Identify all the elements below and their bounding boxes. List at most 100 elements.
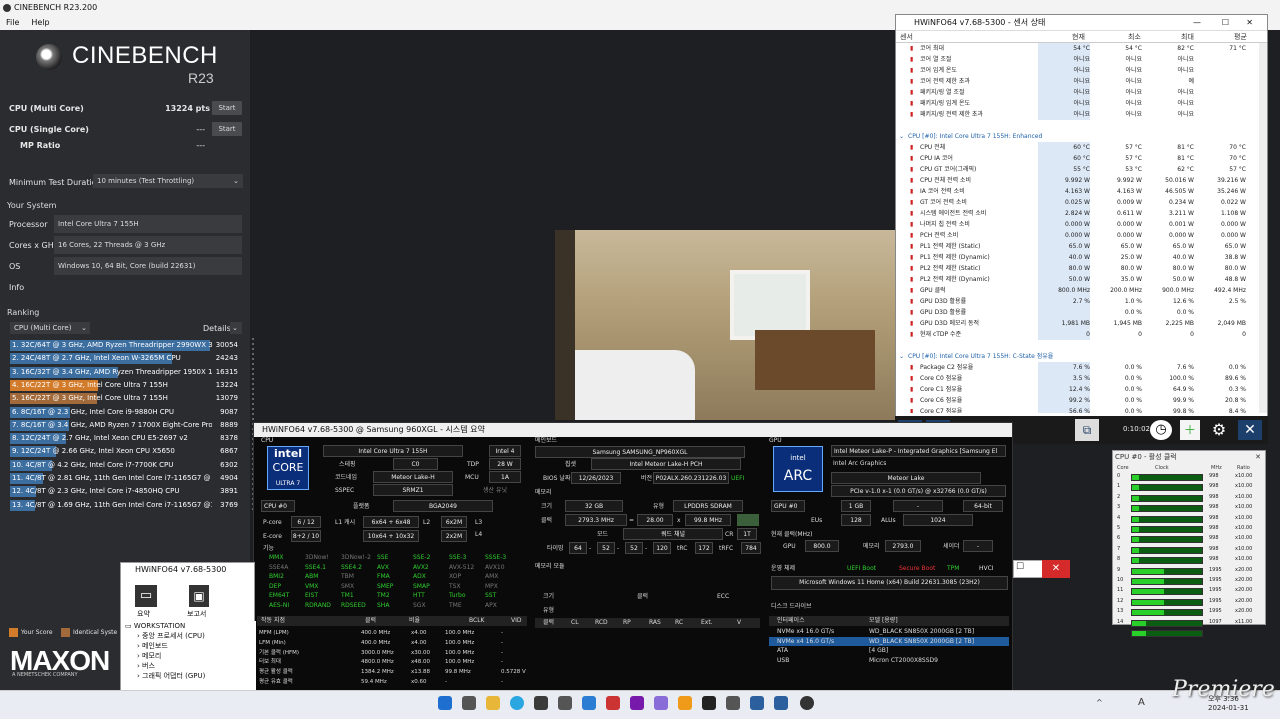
chevron-down-icon[interactable]: ⌄: [899, 351, 904, 362]
sensor-row[interactable]: ▮ Core C1 점유율 12.4 % 0.0 % 64.9 % 0.3 %: [896, 384, 1256, 395]
ranking-row[interactable]: 8. 12C/24T @ 2.7 GHz, Intel Xeon CPU E5-…: [10, 433, 240, 445]
edge-icon[interactable]: [510, 696, 524, 710]
sensor-row[interactable]: ▮ CPU IA 코어 60 °C 57 °C 81 °C 70 °C: [896, 153, 1256, 164]
multi-core-start-button[interactable]: Start: [212, 101, 242, 115]
maximize-icon[interactable]: ☐: [1016, 562, 1024, 572]
sensor-row[interactable]: ▮ PL2 전력 제한 (Static) 80.0 W 80.0 W 80.0 W 80.…: [896, 263, 1256, 274]
ranking-row[interactable]: 9. 12C/24T @ 2.66 GHz, Intel Xeon CPU X5…: [10, 446, 240, 458]
sensor-row[interactable]: [896, 120, 1256, 131]
hwmain-titlebar[interactable]: HWiNFO64 v7.68-5300: [121, 563, 254, 577]
sensor-row[interactable]: ▮ 패키지/링 임계 온도 아니요 아니요 아니요: [896, 98, 1256, 109]
sensor-row[interactable]: ▮ PL2 전력 제한 (Dynamic) 50.0 W 35.0 W 50.0 W 48…: [896, 274, 1256, 285]
close-icon[interactable]: ✕: [1238, 420, 1262, 440]
sensor-row[interactable]: ▮ PL1 전력 제한 (Dynamic) 40.0 W 25.0 W 40.0 W 38…: [896, 252, 1256, 263]
clock-icon[interactable]: ◷: [1150, 420, 1172, 440]
gear-icon[interactable]: ⚙: [1208, 420, 1230, 440]
ranking-row[interactable]: 12. 4C/8T @ 2.3 GHz, Intel Core i7-4850H…: [10, 486, 240, 498]
network-icon[interactable]: ⧉: [1075, 419, 1099, 441]
sensor-row[interactable]: ▮ Core C0 점유율 3.5 % 0.0 % 100.0 % 89.6 %: [896, 373, 1256, 384]
sensor-row[interactable]: ▮ CPU 전체 전력 소비 9.992 W 9.992 W 50.016 W 39.21…: [896, 175, 1256, 186]
app-icon[interactable]: [726, 696, 740, 710]
menu-help[interactable]: Help: [25, 18, 55, 27]
folder-icon[interactable]: [486, 696, 500, 710]
app-icon[interactable]: [654, 696, 668, 710]
ranking-select[interactable]: CPU (Multi Core) ⌄: [10, 322, 90, 334]
sensor-row[interactable]: ▮ IA 코어 전력 소비 4.163 W 4.163 W 46.505 W 35.246…: [896, 186, 1256, 197]
onenote-icon[interactable]: [630, 696, 644, 710]
ranking-row[interactable]: 11. 4C/8T @ 2.81 GHz, 11th Gen Intel Cor…: [10, 473, 240, 484]
ranking-row[interactable]: 7. 8C/16T @ 3.4 GHz, AMD Ryzen 7 1700X E…: [10, 419, 240, 431]
tree-item-bus[interactable]: › 버스: [121, 661, 256, 671]
sensor-row[interactable]: ▮ GPU 클럭 800.0 MHz 200.0 MHz 900.0 MHz 492.4 …: [896, 285, 1256, 296]
app-icon[interactable]: [606, 696, 620, 710]
sensor-row[interactable]: [896, 340, 1256, 351]
summary-titlebar[interactable]: HWiNFO64 v7.68-5300 @ Samsung 960XGL - 시…: [254, 423, 1012, 437]
sensor-row[interactable]: ▮ GPU D3D 메모리 동적 1,981 MB 1,945 MB 2,225 MB 2…: [896, 318, 1256, 329]
close-icon[interactable]: ✕: [1246, 15, 1253, 31]
summary-button[interactable]: 요약: [137, 609, 150, 619]
ranking-row[interactable]: 10. 4C/8T @ 4.2 GHz, Intel Core i7-7700K…: [10, 459, 240, 471]
tree-root[interactable]: ▭ WORKSTATION: [121, 621, 256, 631]
sensor-titlebar[interactable]: HWiNFO64 v7.68-5300 - 센서 상태 — ☐ ✕: [896, 15, 1267, 31]
app-icon[interactable]: [702, 696, 716, 710]
monitor-icon[interactable]: ▭: [135, 585, 157, 607]
clock-date[interactable]: 2024-01-31: [1208, 704, 1249, 712]
chevron-up-icon[interactable]: ^: [1096, 698, 1103, 707]
sensor-row[interactable]: ▮ GPU D3D 활용률 2.7 % 1.0 % 12.6 % 2.5 %: [896, 296, 1256, 307]
sensor-row[interactable]: ⌄ CPU [#0]: Intel Core Ultra 7 155H: Enha…: [896, 131, 1256, 142]
report-button[interactable]: 보고서: [187, 609, 206, 619]
ranking-row[interactable]: 4. 16C/22T @ 3 GHz, Intel Core Ultra 7 1…: [10, 379, 240, 391]
sensor-row[interactable]: ▮ 코어 열 조절 아니요 아니요 아니요: [896, 54, 1256, 65]
single-core-start-button[interactable]: Start: [212, 122, 242, 136]
sensor-row[interactable]: ▮ 코어 최대 54 °C 54 °C 82 °C 71 °C: [896, 43, 1256, 54]
tree-item-gpu[interactable]: › 그래픽 어댑터 (GPU): [121, 671, 256, 681]
cinebench-taskbar-icon[interactable]: [800, 696, 814, 710]
sensor-row[interactable]: ▮ CPU 전체 60 °C 57 °C 81 °C 70 °C: [896, 142, 1256, 153]
sensor-row[interactable]: ▮ GPU D3D 활용률 0.0 % 0.0 %: [896, 307, 1256, 318]
app-icon[interactable]: [582, 696, 596, 710]
save-icon[interactable]: ▣: [189, 585, 209, 607]
search-icon[interactable]: [462, 696, 476, 710]
sensor-row[interactable]: ▮ 현재 cTDP 수준 0 0 0 0: [896, 329, 1256, 340]
close-icon[interactable]: ✕: [1255, 451, 1261, 463]
sensor-row[interactable]: ▮ Package C2 점유율 7.6 % 0.0 % 7.6 % 0.0 %: [896, 362, 1256, 373]
sensor-row[interactable]: ▮ Core C7 점유율 56.6 % 0.0 % 99.8 % 8.4 %: [896, 406, 1256, 413]
start-icon[interactable]: [438, 696, 452, 710]
chevron-down-icon[interactable]: ⌄: [899, 131, 904, 142]
menu-file[interactable]: File: [0, 18, 25, 27]
maximize-icon[interactable]: ☐: [1222, 15, 1229, 31]
app-icon[interactable]: [558, 696, 572, 710]
min-duration-select[interactable]: 10 minutes (Test Throttling) ⌄: [93, 174, 243, 188]
details-toggle[interactable]: ⌄: [230, 322, 242, 334]
drive-row[interactable]: [769, 646, 1009, 655]
tree-item-cpu[interactable]: › 중앙 프로세서 (CPU): [121, 631, 256, 641]
sensor-row[interactable]: ▮ CPU GT 코어(그래픽) 55 °C 53 °C 62 °C 57 °C: [896, 164, 1256, 175]
ranking-row[interactable]: 6. 8C/16T @ 2.3 GHz, Intel Core i9-9880H…: [10, 406, 240, 418]
ranking-row[interactable]: 2. 24C/48T @ 2.7 GHz, Intel Xeon W-3265M…: [10, 353, 240, 365]
sensor-row[interactable]: ▮ 패키지/링 열 조절 아니요 아니요 아니요: [896, 87, 1256, 98]
close-icon[interactable]: ✕: [1042, 560, 1070, 578]
sensor-row[interactable]: ▮ 나머지 칩 전력 소비 0.000 W 0.000 W 0.001 W 0.000 W: [896, 219, 1256, 230]
ranking-row[interactable]: 5. 16C/22T @ 3 GHz, Intel Core Ultra 7 1…: [10, 393, 240, 405]
sensor-row[interactable]: ▮ PCH 전력 소비 0.000 W 0.000 W 0.000 W 0.000 W: [896, 230, 1256, 241]
sensor-row[interactable]: ▮ 코어 전력 제한 초과 아니요 아니요 예: [896, 76, 1256, 87]
tree-item-mainboard[interactable]: › 메인보드: [121, 641, 256, 651]
hwinfo-icon[interactable]: [774, 696, 788, 710]
sensor-row[interactable]: ▮ 시스템 에이전트 전력 소비 2.824 W 0.611 W 3.211 W 1.10…: [896, 208, 1256, 219]
add-report-icon[interactable]: ＋: [1180, 420, 1200, 440]
app-icon[interactable]: [678, 696, 692, 710]
tree-item-memory[interactable]: › 메모리: [121, 651, 256, 661]
sensor-scrollbar[interactable]: [1259, 43, 1267, 413]
ranking-row[interactable]: 1. 32C/64T @ 3 GHz, AMD Ryzen Threadripp…: [10, 340, 240, 351]
ranking-row[interactable]: 13. 4C/8T @ 1.69 GHz, 11th Gen Intel Cor…: [10, 499, 240, 511]
minimize-icon[interactable]: —: [1193, 15, 1201, 31]
ranking-row[interactable]: 3. 16C/32T @ 3.4 GHz, AMD Ryzen Threadri…: [10, 366, 240, 378]
activity-titlebar[interactable]: CPU #0 - 활성 클럭 ✕: [1113, 451, 1265, 463]
hwinfo-icon[interactable]: [750, 696, 764, 710]
sensor-row[interactable]: ▮ 코어 임계 온도 아니요 아니요 아니요: [896, 65, 1256, 76]
sensor-row[interactable]: ▮ Core C6 점유율 99.2 % 0.0 % 99.9 % 20.8 %: [896, 395, 1256, 406]
sensor-row[interactable]: ▮ PL1 전력 제한 (Static) 65.0 W 65.0 W 65.0 W 65.…: [896, 241, 1256, 252]
sensor-row[interactable]: ▮ 패키지/링 전력 제한 초과 아니요 아니요 아니요: [896, 109, 1256, 120]
ime-indicator[interactable]: A: [1138, 697, 1145, 708]
app-icon[interactable]: [534, 696, 548, 710]
